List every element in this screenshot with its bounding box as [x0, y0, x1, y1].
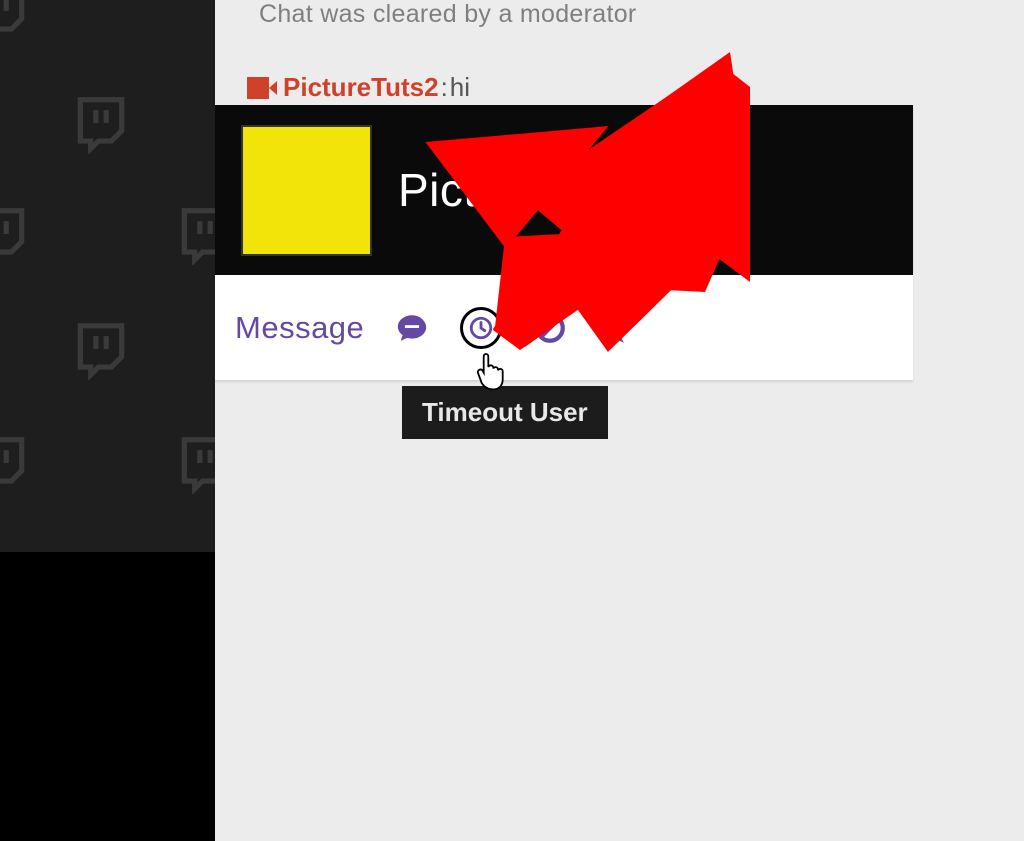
twitch-logo-icon: [70, 92, 132, 154]
chat-separator: :: [441, 72, 448, 103]
chat-message-text: hi: [450, 72, 470, 103]
whisper-icon[interactable]: [392, 308, 432, 348]
sidebar: [0, 0, 215, 552]
ban-user-button[interactable]: [530, 308, 570, 348]
timeout-user-button[interactable]: [460, 307, 502, 349]
chat-username[interactable]: PictureTuts2: [283, 72, 439, 103]
twitch-logo-icon: [70, 318, 132, 380]
twitch-logo-icon: [0, 0, 32, 42]
user-card-actions: Message: [215, 275, 913, 380]
tooltip-timeout-user: Timeout User: [402, 386, 608, 439]
mod-user-button[interactable]: [598, 308, 638, 348]
twitch-logo-icon: [0, 432, 32, 494]
sidebar-bottom: [0, 552, 215, 841]
avatar[interactable]: [241, 125, 372, 256]
user-card: Picture Message: [215, 105, 913, 380]
user-display-name: Picture: [398, 163, 545, 217]
broadcaster-badge-icon: [247, 73, 277, 103]
twitch-logo-icon: [0, 203, 32, 265]
chat-notice: Chat was cleared by a moderator: [259, 0, 637, 29]
message-button[interactable]: Message: [235, 310, 364, 346]
chat-message: PictureTuts2 : hi: [247, 72, 470, 103]
user-card-header: Picture: [215, 105, 913, 275]
